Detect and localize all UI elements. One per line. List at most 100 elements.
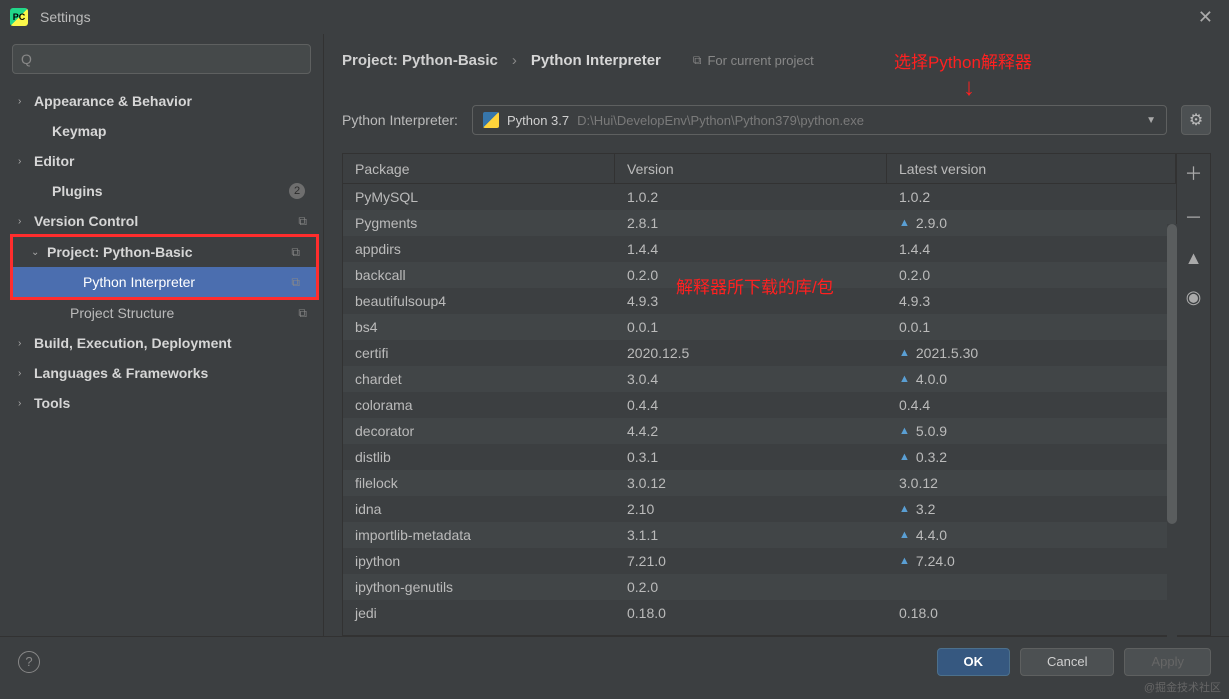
cell-package: decorator <box>343 418 615 444</box>
cell-version: 1.0.2 <box>615 184 887 210</box>
tree-item[interactable]: Keymap <box>0 116 323 146</box>
chevron-icon: › <box>18 398 30 409</box>
table-row[interactable]: decorator4.4.2▲5.0.9 <box>343 418 1176 444</box>
table-row[interactable]: certifi2020.12.5▲2021.5.30 <box>343 340 1176 366</box>
cell-version: 1.4.4 <box>615 236 887 262</box>
remove-package-button[interactable]: － <box>1185 204 1203 230</box>
help-button[interactable]: ? <box>18 651 40 673</box>
project-scope-icon: ⧉ <box>291 245 300 260</box>
tree-item-label: Tools <box>34 395 70 411</box>
gear-icon[interactable]: ⚙ <box>1181 105 1211 135</box>
watermark: @掘金技术社区 <box>1144 679 1221 695</box>
tree-item-label: Version Control <box>34 213 138 229</box>
table-row[interactable]: PyMySQL1.0.21.0.2 <box>343 184 1176 210</box>
table-row[interactable]: idna2.10▲3.2 <box>343 496 1176 522</box>
titlebar: PC Settings ✕ <box>0 0 1229 34</box>
cell-version: 0.0.1 <box>615 314 887 340</box>
cell-version: 0.18.0 <box>615 600 887 626</box>
cell-package: backcall <box>343 262 615 288</box>
table-row[interactable]: Pygments2.8.1▲2.9.0 <box>343 210 1176 236</box>
for-current-project-label: ⧉ For current project <box>693 53 814 68</box>
upgrade-package-button[interactable]: ▲ <box>1185 248 1203 269</box>
tree-item[interactable]: Python Interpreter⧉ <box>13 267 316 297</box>
breadcrumb-page: Python Interpreter <box>531 52 661 69</box>
table-row[interactable]: jedi0.18.00.18.0 <box>343 600 1176 626</box>
cell-latest: 0.4.4 <box>887 392 1176 418</box>
table-row[interactable]: appdirs1.4.41.4.4 <box>343 236 1176 262</box>
chevron-right-icon: › <box>512 52 517 69</box>
cell-package: filelock <box>343 470 615 496</box>
tree-item[interactable]: Project Structure⧉ <box>0 298 323 328</box>
cell-version: 2.10 <box>615 496 887 522</box>
table-row[interactable]: ipython7.21.0▲7.24.0 <box>343 548 1176 574</box>
table-row[interactable]: filelock3.0.123.0.12 <box>343 470 1176 496</box>
show-early-releases-button[interactable]: ◉ <box>1186 287 1202 308</box>
upgrade-available-icon: ▲ <box>899 555 910 567</box>
cell-latest: ▲4.0.0 <box>887 366 1176 392</box>
cell-package: chardet <box>343 366 615 392</box>
tree-item[interactable]: ›Editor <box>0 146 323 176</box>
cell-version: 2.8.1 <box>615 210 887 236</box>
header-latest[interactable]: Latest version <box>887 154 1176 183</box>
cell-version: 0.3.1 <box>615 444 887 470</box>
header-version[interactable]: Version <box>615 154 887 183</box>
tree-item[interactable]: ›Build, Execution, Deployment <box>0 328 323 358</box>
tree-item[interactable]: › Tools <box>0 388 323 418</box>
tree-item[interactable]: ›Version Control⧉ <box>0 206 323 236</box>
chevron-icon: › <box>18 216 30 227</box>
search-icon: Q <box>21 51 32 67</box>
tree-item[interactable]: ⌄Project: Python-Basic⧉ <box>13 237 316 267</box>
cell-package: ipython <box>343 548 615 574</box>
settings-tree: ›Appearance & BehaviorKeymap›EditorPlugi… <box>0 82 323 636</box>
main-panel: Project: Python-Basic › Python Interpret… <box>324 34 1229 636</box>
project-scope-icon: ⧉ <box>291 275 300 290</box>
cell-package: PyMySQL <box>343 184 615 210</box>
add-package-button[interactable]: ＋ <box>1185 160 1203 186</box>
cell-package: colorama <box>343 392 615 418</box>
apply-button[interactable]: Apply <box>1124 648 1211 676</box>
search-input[interactable]: Q <box>12 44 311 74</box>
cell-package: distlib <box>343 444 615 470</box>
cell-latest: 4.9.3 <box>887 288 1176 314</box>
cell-latest: 0.0.1 <box>887 314 1176 340</box>
cell-latest: ▲4.4.0 <box>887 522 1176 548</box>
upgrade-available-icon: ▲ <box>899 503 910 515</box>
table-row[interactable]: ipython-genutils0.2.0 <box>343 574 1176 600</box>
header-package[interactable]: Package <box>343 154 615 183</box>
tree-item[interactable]: ›Appearance & Behavior <box>0 86 323 116</box>
table-row[interactable]: backcall0.2.00.2.0 <box>343 262 1176 288</box>
upgrade-available-icon: ▲ <box>899 373 910 385</box>
scrollbar-thumb[interactable] <box>1167 224 1177 524</box>
tree-item[interactable]: › Languages & Frameworks <box>0 358 323 388</box>
tree-item-label: Languages & Frameworks <box>34 365 208 381</box>
table-row[interactable]: colorama0.4.40.4.4 <box>343 392 1176 418</box>
tree-item-label: Plugins <box>52 183 103 199</box>
project-icon: ⧉ <box>693 53 702 68</box>
upgrade-available-icon: ▲ <box>899 425 910 437</box>
cell-latest: 1.0.2 <box>887 184 1176 210</box>
cell-latest: ▲0.3.2 <box>887 444 1176 470</box>
tree-item-label: Editor <box>34 153 74 169</box>
table-row[interactable]: beautifulsoup44.9.34.9.3 <box>343 288 1176 314</box>
chevron-icon: › <box>18 96 30 107</box>
tree-item[interactable]: Plugins 2 <box>0 176 323 206</box>
ok-button[interactable]: OK <box>937 648 1011 676</box>
cancel-button[interactable]: Cancel <box>1020 648 1114 676</box>
table-row[interactable]: importlib-metadata3.1.1▲4.4.0 <box>343 522 1176 548</box>
cell-latest: 0.18.0 <box>887 600 1176 626</box>
packages-table: Package Version Latest version PyMySQL1.… <box>343 154 1176 635</box>
scrollbar[interactable] <box>1167 224 1177 644</box>
table-row[interactable]: distlib0.3.1▲0.3.2 <box>343 444 1176 470</box>
chevron-icon: ⌄ <box>31 247 43 258</box>
cell-latest: ▲5.0.9 <box>887 418 1176 444</box>
cell-latest: 3.0.12 <box>887 470 1176 496</box>
cell-latest <box>887 574 1176 600</box>
window-title: Settings <box>40 9 1192 25</box>
close-icon[interactable]: ✕ <box>1192 7 1219 28</box>
badge: 2 <box>289 183 305 199</box>
interpreter-select[interactable]: Python 3.7 D:\Hui\DevelopEnv\Python\Pyth… <box>472 105 1167 135</box>
table-row[interactable]: chardet3.0.4▲4.0.0 <box>343 366 1176 392</box>
table-row[interactable]: bs40.0.10.0.1 <box>343 314 1176 340</box>
cell-version: 4.9.3 <box>615 288 887 314</box>
chevron-icon: › <box>18 368 30 379</box>
